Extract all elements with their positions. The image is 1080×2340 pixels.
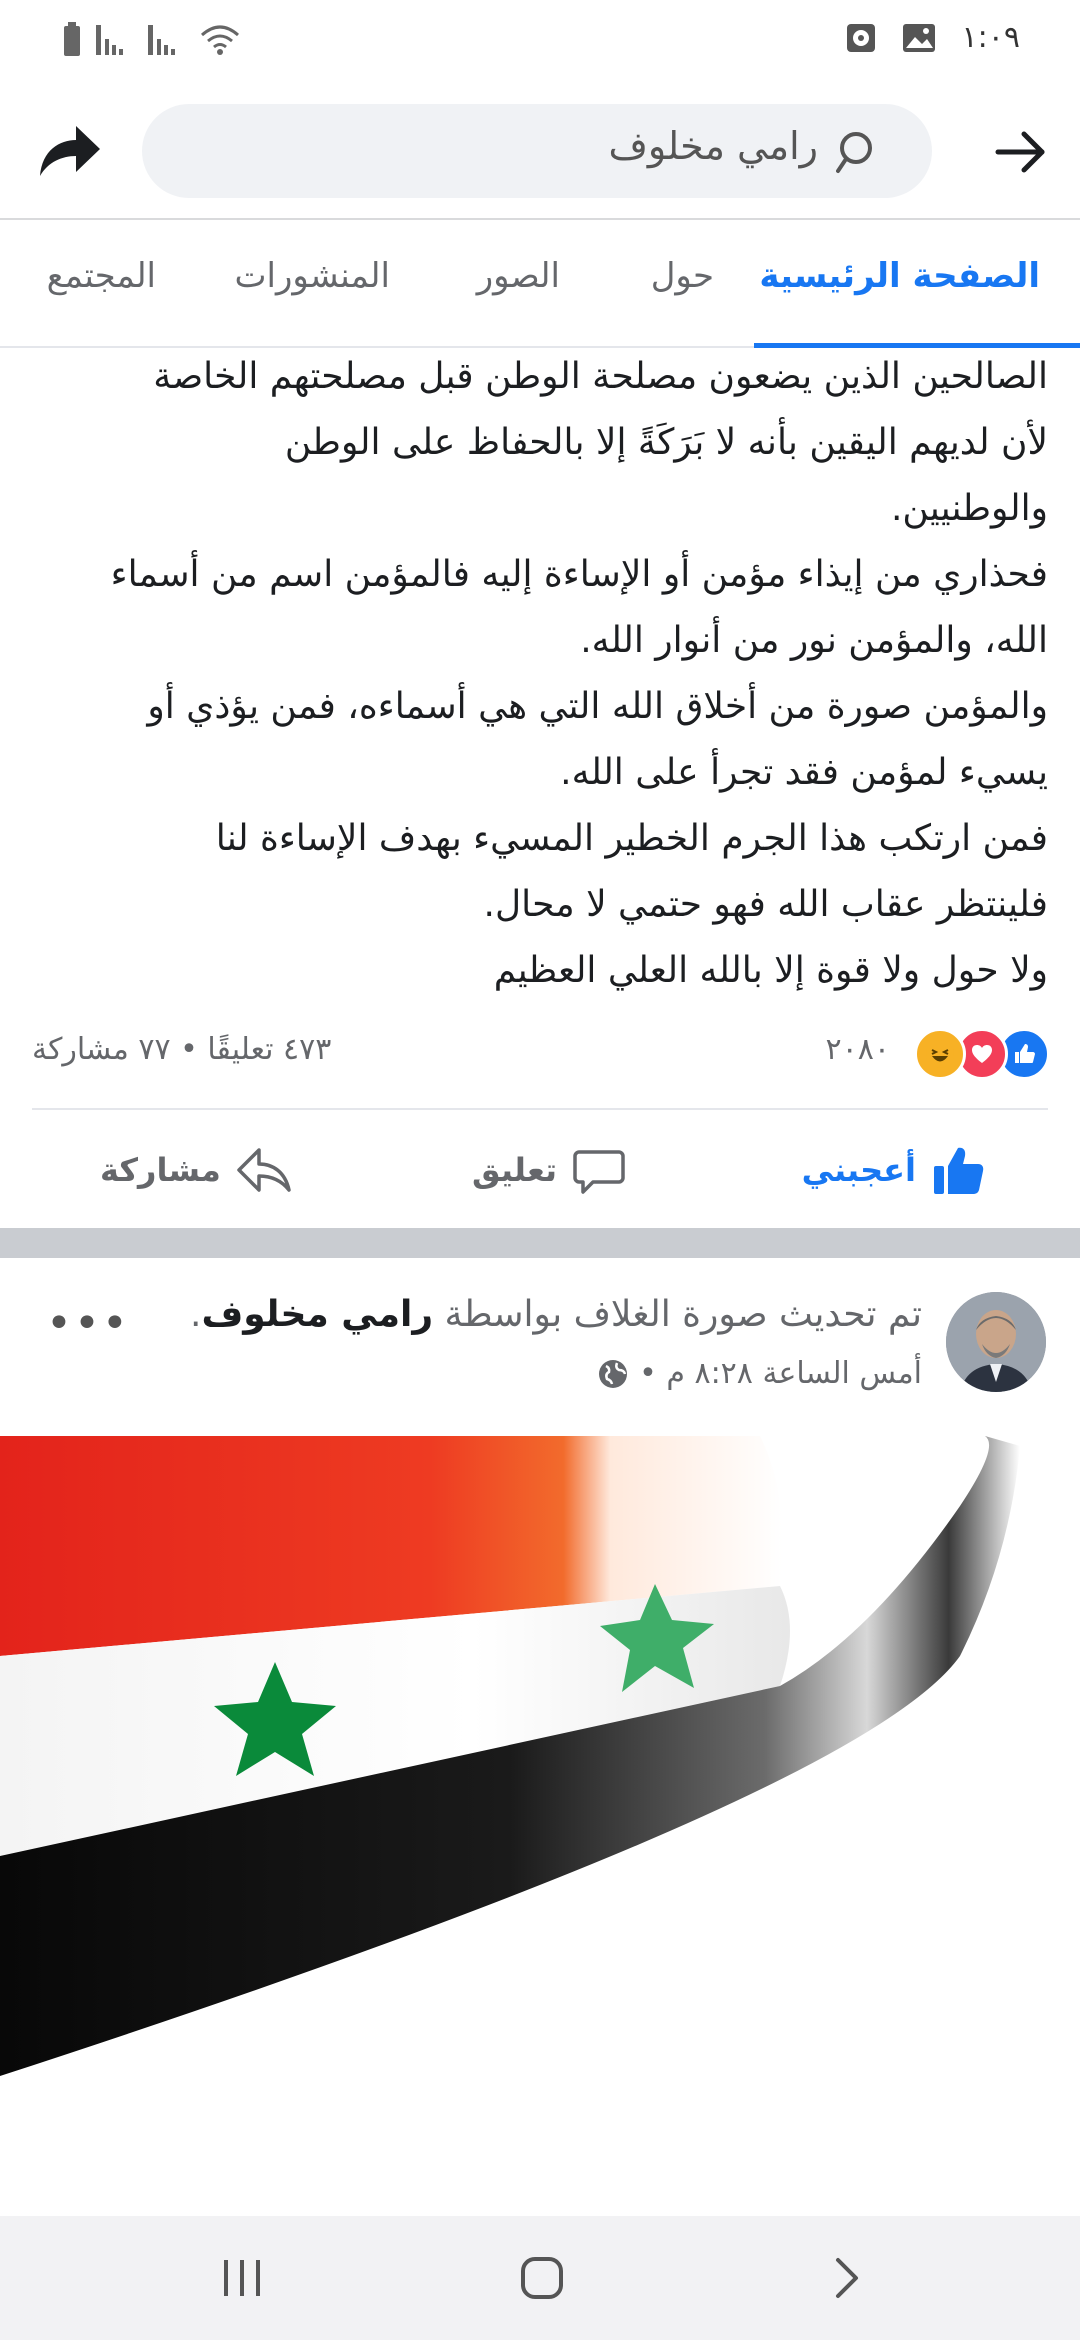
- comments-shares-count[interactable]: ٤٧٣ تعليقًا • ٧٧ مشاركة: [32, 1032, 331, 1067]
- status-icons-right: ١:٠٩: [846, 20, 1020, 55]
- reactions-summary[interactable]: ٢٠٨٠ ٤٧٣ تعليقًا • ٧٧ مشاركة: [32, 1022, 1050, 1082]
- comment-button[interactable]: تعليق: [472, 1142, 627, 1198]
- post2-title: تم تحديث صورة الغلاف بواسطة رامي مخلوف.: [190, 1294, 922, 1335]
- image-icon: [902, 23, 935, 52]
- search-query: رامي مخلوف: [608, 124, 818, 168]
- avatar[interactable]: [946, 1292, 1046, 1392]
- status-time: ١:٠٩: [961, 20, 1020, 55]
- divider: [32, 1108, 1048, 1110]
- post-line: الصالحين الذين يضعون مصلحة الوطن قبل مصل…: [153, 356, 1048, 397]
- post2-timestamp[interactable]: أمس الساعة ٨:٢٨ م •: [639, 1356, 922, 1391]
- wifi-icon: [201, 25, 239, 55]
- back-chevron-icon[interactable]: [832, 2256, 862, 2300]
- reaction-count: ٢٠٨٠: [825, 1032, 890, 1067]
- share-icon[interactable]: [34, 116, 104, 186]
- globe-icon: [599, 1359, 628, 1388]
- more-options-icon[interactable]: •••: [46, 1298, 130, 1349]
- cover-update-post: تم تحديث صورة الغلاف بواسطة رامي مخلوف. …: [0, 1258, 1080, 1436]
- post-text: الصالحين الذين يضعون مصلحة الوطن قبل مصل…: [28, 344, 1048, 1004]
- battery-icon: [64, 22, 80, 56]
- status-icons-left: [62, 22, 240, 58]
- tab-photos[interactable]: الصور: [477, 256, 560, 296]
- like-label: أعجبني: [801, 1151, 916, 1189]
- post2-author[interactable]: رامي مخلوف: [201, 1294, 433, 1335]
- recent-apps-icon[interactable]: [222, 2256, 262, 2300]
- post-line: ولا حول ولا قوة إلا بالله العلي العظيم: [493, 950, 1048, 991]
- status-bar: ١:٠٩: [0, 0, 1080, 84]
- post-line: فحذاري من إيذاء مؤمن أو الإساءة إليه فال…: [110, 554, 1048, 595]
- post-line: لأن لديهم اليقين بأنه لا بَرَكَةً إلا با…: [284, 422, 1048, 463]
- post2-title-prefix: تم تحديث صورة الغلاف بواسطة: [444, 1294, 922, 1335]
- post-line: الله، والمؤمن نور من أنوار الله.: [580, 620, 1048, 661]
- thumbs-up-icon: [934, 1147, 984, 1194]
- post-line: يسيء لمؤمن فقد تجرأ على الله.: [560, 752, 1048, 793]
- post-line: فلينتظر عقاب الله فهو حتمي لا محال.: [483, 884, 1048, 925]
- reaction-icons: [914, 1028, 1050, 1080]
- signal-icon-2: [148, 25, 175, 55]
- share-label: مشاركة: [100, 1151, 221, 1189]
- back-arrow-icon[interactable]: [990, 122, 1050, 182]
- share-arrow-icon: [237, 1148, 291, 1192]
- search-bar[interactable]: رامي مخلوف: [142, 104, 932, 198]
- cover-photo-flag[interactable]: [0, 1436, 1080, 2216]
- post2-title-suffix: .: [190, 1294, 202, 1335]
- signal-icon: [96, 25, 123, 55]
- system-nav-bar: [0, 2216, 1080, 2340]
- haha-reaction-icon: [914, 1028, 966, 1080]
- profile-tabs: الصفحة الرئيسية حول الصور المنشورات المج…: [0, 220, 1080, 348]
- post-line: والوطنيين.: [890, 488, 1048, 529]
- comment-label: تعليق: [472, 1151, 558, 1189]
- post-line: فمن ارتكب هذا الجرم الخطير المسيء بهدف ا…: [215, 818, 1048, 859]
- tab-community[interactable]: المجتمع: [47, 256, 156, 296]
- top-header: رامي مخلوف: [0, 84, 1080, 220]
- tab-posts[interactable]: المنشورات: [235, 256, 391, 296]
- share-button[interactable]: مشاركة: [100, 1142, 293, 1198]
- home-icon[interactable]: [520, 2256, 564, 2300]
- tab-about[interactable]: حول: [651, 256, 714, 296]
- post-actions: أعجبني تعليق مشاركة: [0, 1120, 1080, 1220]
- search-icon: [836, 132, 872, 173]
- post2-meta: أمس الساعة ٨:٢٨ م •: [597, 1356, 922, 1391]
- timer-icon: [846, 23, 875, 52]
- tab-home[interactable]: الصفحة الرئيسية: [759, 256, 1040, 296]
- like-button[interactable]: أعجبني: [802, 1142, 986, 1198]
- feed-separator: [0, 1228, 1080, 1258]
- comment-icon: [573, 1150, 625, 1194]
- post-line: والمؤمن صورة من أخلاق الله التي هي أسماء…: [147, 686, 1048, 727]
